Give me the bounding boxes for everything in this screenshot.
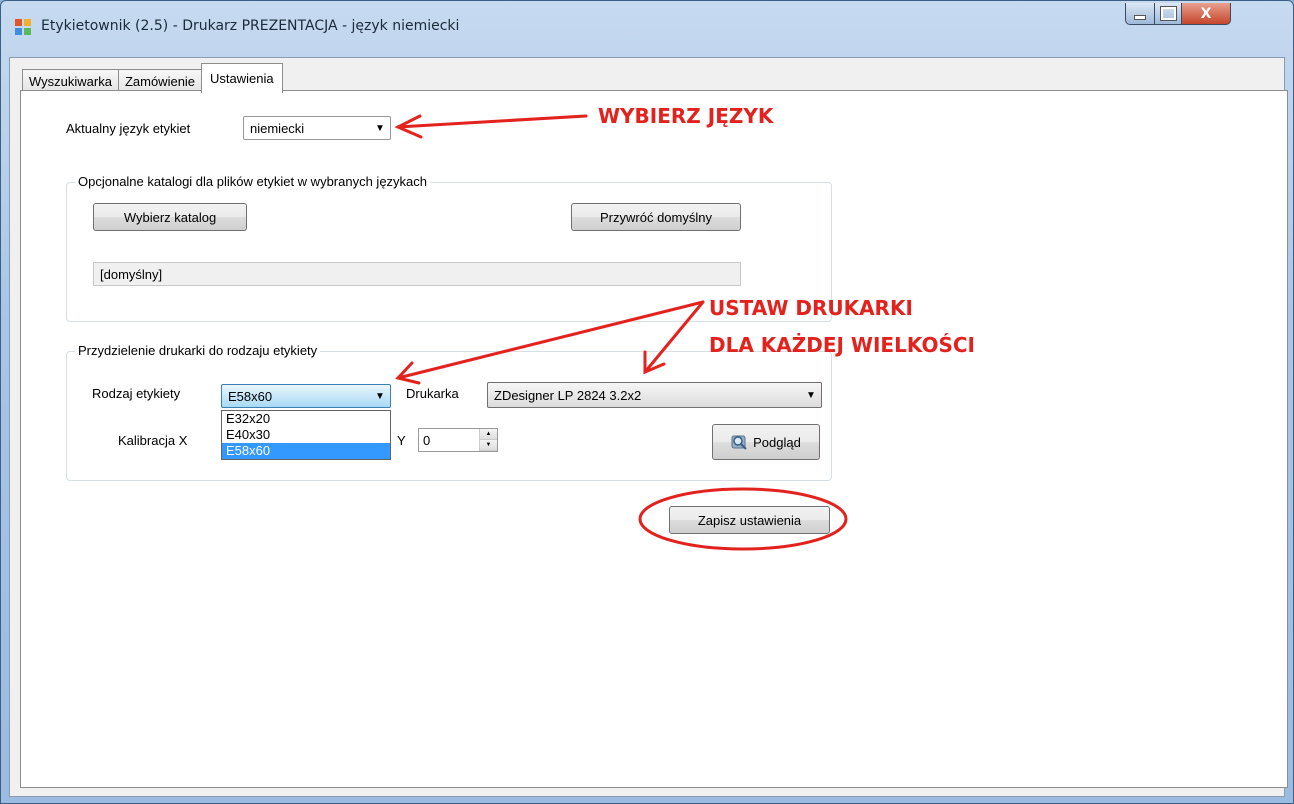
window-title: Etykietownik (2.5) - Drukarz PREZENTACJA… [41,18,460,34]
printer-groupbox-legend: Przydzielenie drukarki do rodzaju etykie… [75,343,321,358]
chevron-down-icon: ▼ [806,389,816,401]
dropdown-option[interactable]: E32x20 [222,411,390,427]
title-bar[interactable]: Etykietownik (2.5) - Drukarz PREZENTACJA… [1,1,1293,55]
printer-groupbox: Przydzielenie drukarki do rodzaju etykie… [66,343,832,481]
annotation-choose-language: WYBIERZ JĘZYK [598,104,774,128]
label-type-label: Rodzaj etykiety [92,386,181,401]
stepper-up-icon[interactable]: ▲ [480,429,497,440]
language-label: Aktualny język etykiet [66,121,191,136]
annotation-set-printers-line2: DLA KAŻDEJ WIELKOŚCI [709,333,975,357]
restore-default-button[interactable]: Przywróć domyślny [571,203,741,231]
language-select[interactable]: niemiecki ▼ [243,116,391,140]
calibration-x-label: Kalibracja X [118,433,188,448]
annotation-set-printers-line1: USTAW DRUKARKI [709,296,913,320]
label-type-select-value: E58x60 [228,388,273,404]
language-select-value: niemiecki [250,120,305,136]
close-button[interactable]: X [1181,3,1231,25]
printer-label: Drukarka [406,386,459,401]
magnifier-icon [731,435,747,450]
dropdown-option-selected[interactable]: E58x60 [222,443,390,459]
stepper-down-icon[interactable]: ▼ [480,440,497,451]
printer-select-value: ZDesigner LP 2824 3.2x2 [494,387,642,403]
preview-button[interactable]: Podgląd [712,424,820,460]
tab-strip: Wyszukiwarka Zamówienie Ustawienia [22,63,283,93]
calibration-y-label: Y [397,433,406,448]
printer-select[interactable]: ZDesigner LP 2824 3.2x2 ▼ [487,382,822,408]
app-icon [15,19,31,35]
catalog-path-field: [domyślny] [93,262,741,286]
tab-ustawienia[interactable]: Ustawienia [201,63,283,93]
catalog-groupbox-legend: Opcjonalne katalogi dla plików etykiet w… [75,174,431,189]
close-icon: X [1200,5,1212,22]
choose-catalog-button[interactable]: Wybierz katalog [93,203,247,231]
save-settings-button[interactable]: Zapisz ustawienia [669,506,830,534]
label-type-dropdown-list: E32x20 E40x30 E58x60 [221,410,391,460]
dropdown-option[interactable]: E40x30 [222,427,390,443]
minimize-button[interactable] [1125,3,1155,25]
label-type-select[interactable]: E58x60 ▼ [221,384,391,408]
calibration-y-value: 0 [423,432,431,448]
chevron-down-icon: ▼ [375,390,385,402]
calibration-y-stepper[interactable]: 0 ▲ ▼ [418,428,498,452]
chevron-down-icon: ▼ [375,122,385,134]
preview-button-label: Podgląd [753,434,801,450]
maximize-button[interactable] [1154,3,1182,25]
stepper-buttons[interactable]: ▲ ▼ [479,429,497,451]
